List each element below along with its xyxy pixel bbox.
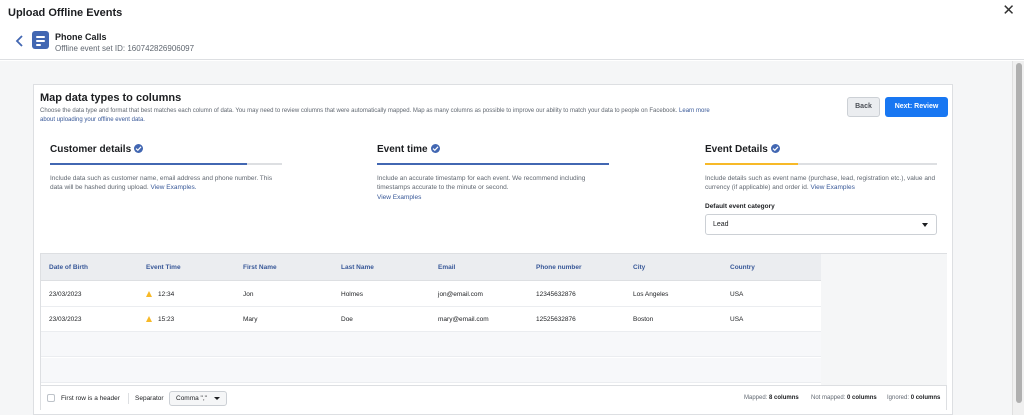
warning-icon <box>146 291 152 297</box>
table-cell: 12:34 <box>146 282 174 307</box>
column-header[interactable]: Date of Birth <box>49 254 88 281</box>
step-title: Event time <box>377 144 609 158</box>
step-progress <box>377 163 609 165</box>
card-title: Map data types to columns <box>40 92 182 104</box>
step-title: Customer details <box>50 144 282 158</box>
scrollbar-thumb[interactable] <box>1016 63 1022 403</box>
step-event-time: Event time Include an accurate timestamp… <box>377 144 609 202</box>
table-cell: 12525632876 <box>536 316 576 323</box>
table-cell: USA <box>730 291 744 298</box>
step-description: Include an accurate timestamp for each e… <box>377 174 609 202</box>
view-examples-link[interactable]: View Examples. <box>150 184 196 191</box>
check-circle-icon <box>770 144 780 153</box>
modal-title: Upload Offline Events <box>8 7 123 19</box>
empty-row <box>41 358 821 383</box>
card-description: Choose the data type and format that bes… <box>40 107 720 125</box>
first-row-header-label: First row is a header <box>61 395 120 402</box>
table-row: 23/03/2023 12:34 Jon Holmes jon@email.co… <box>41 282 821 307</box>
table-cell: USA <box>730 316 744 323</box>
event-category-value: Lead <box>713 221 729 228</box>
column-header[interactable]: Email <box>438 254 455 281</box>
card-description-text: Choose the data type and format that bes… <box>40 108 678 114</box>
column-header[interactable]: First Name <box>243 254 277 281</box>
table-cell: Doe <box>341 316 353 323</box>
table-cell: 23/03/2023 <box>49 316 82 323</box>
column-header[interactable]: City <box>633 254 645 281</box>
table-body: Date of Birth Event Time First Name Last… <box>41 254 821 385</box>
column-header[interactable]: Event Time <box>146 254 181 281</box>
chevron-left-icon[interactable] <box>15 34 25 48</box>
table-cell: Holmes <box>341 291 364 298</box>
step-progress-fill <box>377 163 609 165</box>
event-set-id: Offline event set ID: 160742826906097 <box>55 44 195 53</box>
table-cell: Boston <box>633 316 654 323</box>
modal-header: Upload Offline Events ✕ <box>0 0 1024 26</box>
table-cell: Jon <box>243 291 254 298</box>
event-set-icon <box>32 31 49 49</box>
table-cell: Los Angeles <box>633 291 669 298</box>
view-examples-link[interactable]: View Examples <box>377 193 609 202</box>
table-cell: 23/03/2023 <box>49 291 82 298</box>
event-category-label: Default event category <box>705 203 775 210</box>
table-footer: First row is a header Separator Comma ",… <box>41 385 946 410</box>
separator-value: Comma "," <box>176 395 207 402</box>
table-gutter <box>821 254 947 385</box>
event-set-header: Phone Calls Offline event set ID: 160742… <box>0 26 1024 60</box>
next-review-button[interactable]: Next: Review <box>885 97 948 117</box>
event-category-select[interactable]: Lead <box>705 214 937 235</box>
table-cell: jon@email.com <box>438 291 483 298</box>
step-progress <box>705 163 937 165</box>
column-header[interactable]: Last Name <box>341 254 374 281</box>
step-description: Include data such as customer name, emai… <box>50 175 273 191</box>
table-cell: 12345632876 <box>536 291 576 298</box>
check-circle-icon <box>134 144 144 153</box>
caret-down-icon <box>214 397 220 400</box>
step-description: Include details such as event name (purc… <box>705 175 936 191</box>
back-button[interactable]: Back <box>847 97 880 117</box>
warning-icon <box>146 316 152 322</box>
close-icon[interactable]: ✕ <box>1002 3 1015 18</box>
check-circle-icon <box>430 144 440 153</box>
separator-select[interactable]: Comma "," <box>169 391 227 406</box>
event-set-name: Phone Calls <box>55 32 107 42</box>
table-row: 23/03/2023 15:23 Mary Doe mary@email.com… <box>41 307 821 332</box>
not-mapped-count: Not mapped: 0 columns <box>811 395 877 401</box>
empty-row <box>41 332 821 357</box>
divider <box>128 393 129 404</box>
mapped-count: Mapped: 8 columns <box>744 395 799 401</box>
table-cell: Mary <box>243 316 258 323</box>
column-header[interactable]: Country <box>730 254 755 281</box>
step-progress-fill <box>705 163 798 165</box>
step-progress <box>50 163 282 165</box>
caret-down-icon <box>922 223 928 227</box>
step-title: Event Details <box>705 144 937 158</box>
column-header[interactable]: Phone number <box>536 254 582 281</box>
step-customer-details: Customer details Include data such as cu… <box>50 144 282 192</box>
separator-label: Separator <box>135 395 164 402</box>
table-header: Date of Birth Event Time First Name Last… <box>41 254 821 281</box>
step-event-details: Event Details Include details such as ev… <box>705 144 937 192</box>
scrollbar[interactable] <box>1012 61 1024 415</box>
map-columns-card: Map data types to columns Choose the dat… <box>33 84 953 415</box>
table-cell: mary@email.com <box>438 316 489 323</box>
table-cell: 15:23 <box>146 307 174 332</box>
step-progress-fill <box>50 163 248 165</box>
view-examples-link[interactable]: View Examples <box>811 184 855 191</box>
first-row-header-checkbox[interactable] <box>47 394 55 402</box>
column-mapping-table: Date of Birth Event Time First Name Last… <box>40 253 947 410</box>
ignored-count: Ignored: 0 columns <box>887 395 941 401</box>
